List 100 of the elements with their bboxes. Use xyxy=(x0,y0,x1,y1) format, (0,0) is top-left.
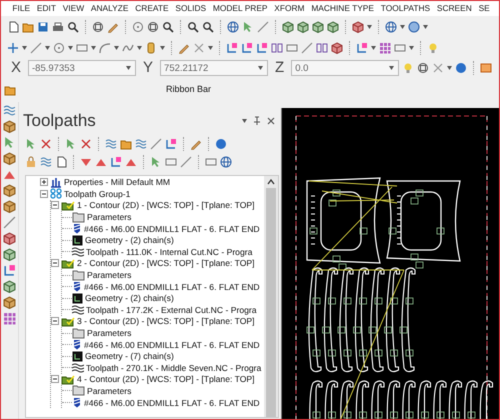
scroll-bar[interactable] xyxy=(264,176,278,417)
tree-item[interactable]: Parameters xyxy=(87,384,132,397)
globe-icon[interactable] xyxy=(220,156,232,168)
target-icon[interactable] xyxy=(417,62,430,74)
tree-item[interactable]: Toolpath - 270.1K - Middle Seven.NC - Progra xyxy=(86,362,262,374)
split-panes-icon[interactable] xyxy=(271,42,283,54)
tree-item[interactable]: Geometry - (2) chain(s) xyxy=(85,292,174,304)
tree-item[interactable]: Parameters xyxy=(87,211,132,224)
folder-icon[interactable] xyxy=(4,84,16,96)
cube-icon[interactable] xyxy=(3,120,16,133)
corner-icon[interactable] xyxy=(3,264,16,277)
curve-icon[interactable] xyxy=(122,42,134,54)
grid-icon[interactable] xyxy=(3,312,16,325)
document-icon[interactable] xyxy=(55,156,67,168)
cylinder-icon[interactable] xyxy=(145,42,157,54)
tree-item[interactable]: Toolpath - 177.2K - External Cut.NC - Progra xyxy=(86,304,257,316)
caret-icon[interactable] xyxy=(367,25,372,29)
corner-icon[interactable] xyxy=(165,138,177,150)
caret-icon[interactable] xyxy=(137,46,142,50)
folder-icon[interactable] xyxy=(22,21,34,33)
caret-icon[interactable] xyxy=(423,25,428,29)
tree-item[interactable]: #466 - M6.00 ENDMILL1 FLAT - 6. FLAT END xyxy=(84,396,260,409)
collapse-icon[interactable] xyxy=(51,375,59,384)
arc-icon[interactable] xyxy=(99,42,111,54)
tree-item[interactable]: Toolpath Group-1 xyxy=(64,188,130,200)
target-icon[interactable] xyxy=(147,21,159,33)
search-icon[interactable] xyxy=(67,21,79,33)
search-icon[interactable] xyxy=(162,21,174,33)
document-icon[interactable] xyxy=(7,21,19,33)
tree-item[interactable]: Toolpath - 111.0K - Internal Cut.NC - Progra xyxy=(86,246,252,258)
sphere-icon[interactable] xyxy=(408,21,420,33)
tree-item[interactable]: Geometry - (7) chain(s) xyxy=(85,350,174,362)
plus-icon[interactable] xyxy=(7,42,19,54)
tree-item[interactable]: 2 - Contour (2D) - [WCS: TOP] - [Tplane: TOP] xyxy=(77,257,254,270)
collapse-icon[interactable] xyxy=(51,201,59,210)
wave-icon[interactable] xyxy=(135,138,147,150)
menu-item[interactable]: VIEW xyxy=(59,2,88,15)
tree-item[interactable]: #466 - M6.00 ENDMILL1 FLAT - 6. FLAT END xyxy=(84,338,260,351)
rectangle-icon[interactable] xyxy=(286,42,298,54)
menu-item[interactable]: FILE xyxy=(9,2,34,15)
close-icon[interactable] xyxy=(267,116,275,125)
menu-item[interactable]: SOLIDS xyxy=(172,2,210,15)
globe-icon[interactable] xyxy=(385,21,397,33)
cube-icon[interactable] xyxy=(3,296,16,309)
menu-item[interactable]: SE xyxy=(475,2,494,15)
expand-icon[interactable] xyxy=(40,178,48,186)
cube-icon[interactable] xyxy=(352,21,364,33)
search-icon[interactable] xyxy=(187,21,199,33)
tree-item[interactable]: 4 - Contour (2D) - [WCS: TOP] - [Tplane: TOP] xyxy=(77,373,254,386)
circle-icon[interactable] xyxy=(455,62,468,74)
search-icon[interactable] xyxy=(202,21,214,33)
coordinate-field[interactable]: -85.97353 xyxy=(28,60,136,76)
tree-item[interactable]: Parameters xyxy=(87,327,132,340)
line-icon[interactable] xyxy=(30,42,42,54)
menu-item[interactable]: TOOLPATHS xyxy=(377,2,434,15)
target-icon[interactable] xyxy=(92,21,104,33)
line-icon[interactable] xyxy=(257,21,269,33)
caret-icon[interactable] xyxy=(242,118,247,123)
cube-icon[interactable] xyxy=(331,42,343,54)
corner-icon[interactable] xyxy=(256,42,268,54)
globe-icon[interactable] xyxy=(227,21,239,33)
cube-icon[interactable] xyxy=(282,21,294,33)
corner-icon[interactable] xyxy=(356,42,368,54)
wave-icon[interactable] xyxy=(40,156,52,168)
corner-icon[interactable] xyxy=(241,42,253,54)
square-icon[interactable] xyxy=(480,62,492,74)
caret-icon[interactable] xyxy=(208,46,213,50)
rectangle-icon[interactable] xyxy=(76,42,88,54)
menu-item[interactable]: SCREEN xyxy=(433,2,476,15)
coordinate-field[interactable]: 752.21172 xyxy=(160,60,268,76)
pencil-icon[interactable] xyxy=(107,21,119,33)
cube-icon[interactable] xyxy=(327,21,339,33)
tree-item[interactable]: Geometry - (2) chain(s) xyxy=(85,234,174,246)
menu-item[interactable]: CREATE xyxy=(132,2,172,15)
caret-icon[interactable] xyxy=(258,66,264,70)
caret-icon[interactable] xyxy=(45,46,50,50)
collapse-icon[interactable] xyxy=(40,190,48,198)
caret-icon[interactable] xyxy=(114,46,119,50)
cube-icon[interactable] xyxy=(3,200,16,213)
cross-icon[interactable] xyxy=(40,138,52,150)
menu-item[interactable]: XFORM xyxy=(270,2,308,15)
tree-item[interactable]: 3 - Contour (2D) - [WCS: TOP] - [Tplane: TOP] xyxy=(77,315,254,328)
tree-item[interactable]: Properties - Mill Default MM xyxy=(64,176,170,188)
rectangle-icon[interactable] xyxy=(165,156,177,168)
menu-item[interactable]: MODEL PREP xyxy=(210,2,271,15)
line-icon[interactable] xyxy=(301,42,313,54)
caret-icon[interactable] xyxy=(400,25,405,29)
tree-item[interactable]: #466 - M6.00 ENDMILL1 FLAT - 6. FLAT END xyxy=(84,280,260,293)
cube-icon[interactable] xyxy=(297,21,309,33)
caret-icon[interactable] xyxy=(160,46,165,50)
floppy-icon[interactable] xyxy=(37,21,49,33)
printer-icon[interactable] xyxy=(52,21,64,33)
caret-icon[interactable] xyxy=(409,46,414,50)
menu-item[interactable]: ANALYZE xyxy=(88,2,132,15)
wave-icon[interactable] xyxy=(3,104,16,117)
lock-icon[interactable] xyxy=(25,156,37,168)
cube-icon[interactable] xyxy=(3,232,16,245)
line-icon[interactable] xyxy=(3,216,16,229)
menu-item[interactable]: MACHINE TYPE xyxy=(308,2,378,15)
caret-icon[interactable] xyxy=(68,46,73,50)
